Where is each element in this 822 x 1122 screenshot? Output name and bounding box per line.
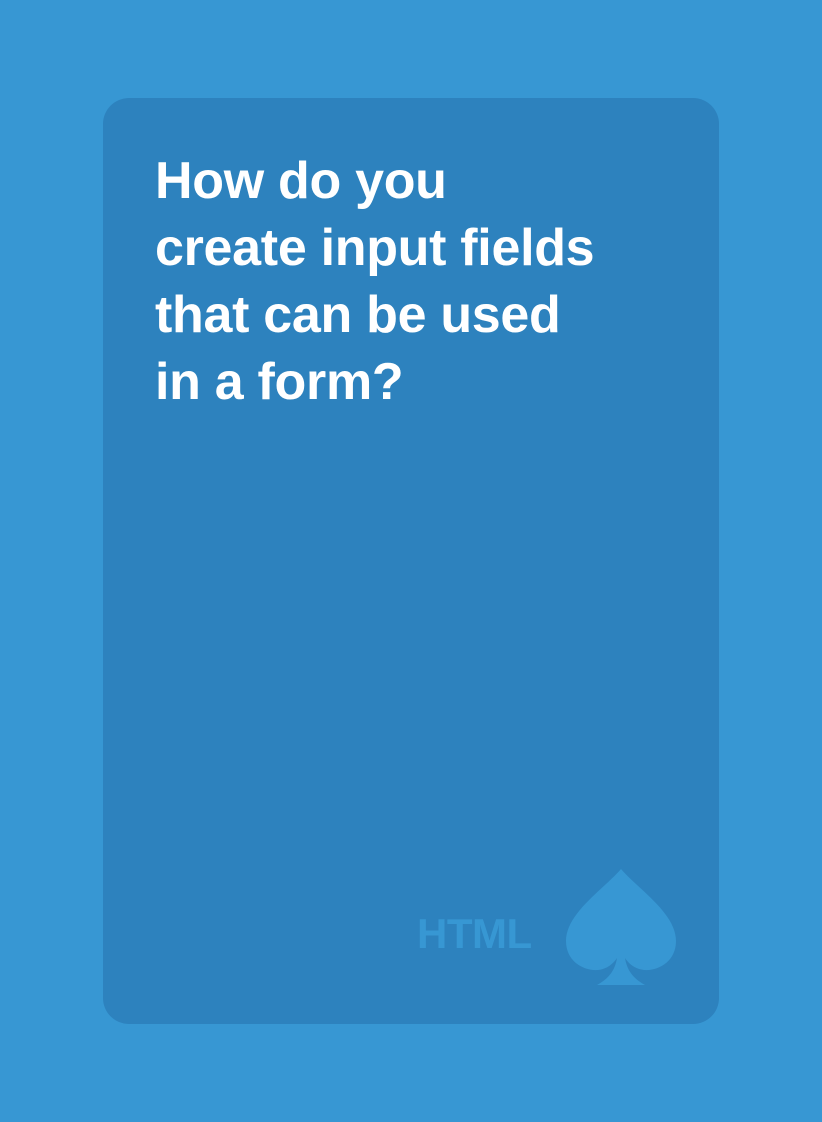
flash-card: How do you create input fields that can … <box>103 98 719 1024</box>
card-category-label: HTML <box>417 910 532 957</box>
card-question: How do you create input fields that can … <box>155 148 695 416</box>
question-line-2: create input fields <box>155 219 595 277</box>
question-line-4: in a form? <box>155 353 404 411</box>
question-line-1: How do you <box>155 152 447 210</box>
question-line-3: that can be used <box>155 286 561 344</box>
spade-icon <box>566 869 676 985</box>
